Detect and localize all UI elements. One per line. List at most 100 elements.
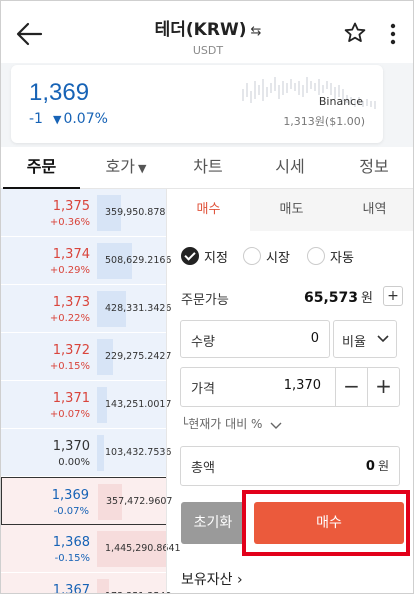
orderbook-row[interactable]: 1,372 +0.15% 229,275.2427	[1, 333, 171, 381]
reset-button[interactable]: 초기화	[181, 502, 245, 544]
quantity-value: 0	[310, 331, 319, 346]
buy-button[interactable]: 매수	[254, 502, 404, 544]
tab-sell[interactable]: 매도	[250, 189, 333, 231]
tab-info-label: 정보	[359, 157, 389, 176]
caret-down-icon: ▼	[137, 162, 147, 175]
available-value: 65,573	[304, 290, 359, 306]
orderbook-percent: -0.07%	[53, 506, 89, 517]
orderbook-percent: +0.07%	[49, 409, 90, 420]
main-tabs: 주문 호가 ▼ 차트 시세 정보	[1, 147, 413, 189]
orderbook-row[interactable]: 1,371 +0.07% 143,251.0017	[1, 381, 171, 429]
depth-bar	[97, 435, 104, 471]
orderbook-row-current[interactable]: 1,369 -0.07% 357,472.9607	[1, 477, 172, 525]
ratio-dropdown[interactable]: 비율	[333, 320, 397, 358]
total-label: 총액	[191, 461, 215, 476]
total-input[interactable]: 총액 0원	[180, 446, 400, 486]
orderbook-percent: -0.15%	[54, 553, 90, 564]
coin-title: 테더(KRW)	[154, 20, 247, 40]
price-decrease-button[interactable]: −	[335, 368, 367, 406]
quantity-label: 수량	[191, 335, 215, 350]
orderbook: 1,375 +0.36% 359,950.8782 1,374 +0.29% 508,62…	[1, 189, 181, 594]
order-panel: 매수 매도 내역 지정 시장 자동 주문가능 65,573 원 + 수량 0 비율…	[166, 189, 413, 593]
swap-icon[interactable]: ⇆	[250, 24, 261, 39]
orderbook-percent: +0.29%	[49, 265, 90, 276]
order-type-limit-label: 지정	[204, 250, 228, 266]
orderbook-price: 1,374	[52, 247, 90, 262]
chevron-down-icon	[270, 422, 282, 429]
orderbook-row[interactable]: 1,374 +0.29% 508,629.2166	[1, 237, 171, 285]
chevron-down-icon	[377, 335, 389, 343]
holdings-link[interactable]: 보유자산 ›	[181, 569, 243, 589]
compare-label: └현재가 대비 %	[181, 417, 263, 431]
available-label: 주문가능	[181, 293, 229, 308]
compare-current-price[interactable]: └현재가 대비 %	[181, 415, 282, 432]
price-increase-button[interactable]: +	[367, 368, 399, 406]
orderbook-percent: +0.22%	[49, 313, 90, 324]
tab-quotes-label: 시세	[275, 157, 305, 176]
orderbook-quantity: 428,331.3426	[105, 303, 172, 314]
quantity-input[interactable]: 수량 0	[180, 320, 330, 358]
star-icon[interactable]	[343, 21, 367, 45]
tab-order-label: 주문	[26, 157, 57, 176]
tab-history[interactable]: 내역	[333, 189, 413, 231]
orderbook-quantity: 357,472.9607	[106, 496, 173, 507]
orderbook-price: 1,367	[52, 583, 90, 594]
radio-icon	[307, 247, 325, 265]
price-label: 가격	[191, 382, 215, 397]
app-frame: 테더(KRW) ⇆ USDT 1,369 -1 ▼ 0.07% Binance 1,3…	[0, 0, 414, 594]
orderbook-price: 1,375	[52, 199, 90, 214]
orderbook-row[interactable]: 1,367-0.22%173,351.3543	[1, 573, 171, 594]
coin-ticker: USDT	[192, 44, 224, 57]
orderbook-quantity: 508,629.2166	[105, 255, 172, 266]
change-percent: 0.07%	[63, 111, 108, 127]
orderbook-row[interactable]: 1,373 +0.22% 428,331.3426	[1, 285, 171, 333]
orderbook-percent: 0.00%	[58, 457, 90, 468]
orderbook-percent: +0.36%	[49, 217, 90, 228]
change-amount: -1	[29, 111, 43, 127]
radio-icon	[243, 247, 261, 265]
orderbook-price: 1,370	[52, 439, 90, 454]
total-value: 0	[365, 459, 375, 474]
tab-order[interactable]: 주문	[3, 147, 80, 189]
available-amount: 65,573 원	[304, 287, 373, 306]
tab-buy[interactable]: 매수	[167, 189, 250, 231]
tab-chart-label: 차트	[193, 157, 223, 176]
more-menu-icon[interactable]	[385, 21, 401, 47]
orderbook-price: 1,373	[52, 295, 90, 310]
orderbook-price: 1,371	[52, 391, 90, 406]
tab-quotes[interactable]: 시세	[251, 147, 329, 189]
orderbook-quantity: 103,432.7536	[105, 447, 172, 458]
orderbook-price: 1,372	[52, 343, 90, 358]
order-type-market-label: 시장	[266, 250, 290, 266]
current-price: 1,369	[29, 79, 90, 106]
ratio-label: 비율	[342, 335, 366, 350]
deposit-plus-button[interactable]: +	[383, 286, 403, 306]
available-unit: 원	[361, 291, 373, 306]
tab-info[interactable]: 정보	[335, 147, 413, 189]
orderbook-price: 1,369	[51, 488, 89, 503]
order-type-auto-label: 자동	[330, 250, 354, 266]
orderbook-row[interactable]: 1,375 +0.36% 359,950.8782	[1, 189, 171, 237]
orderbook-quantity: 143,251.0017	[105, 399, 172, 410]
tab-chart[interactable]: 차트	[169, 147, 247, 189]
reference-exchange: Binance	[318, 95, 363, 108]
order-type-limit[interactable]: 지정	[181, 245, 228, 267]
price-input[interactable]: 가격 1,370 − +	[180, 367, 400, 407]
orderbook-quantity: 359,950.8782	[105, 207, 172, 218]
total-amount: 0원	[366, 457, 389, 474]
orderbook-price: 1,368	[52, 535, 90, 550]
order-type-auto[interactable]: 자동	[307, 245, 354, 267]
down-triangle-icon: ▼	[52, 113, 62, 126]
order-type-group: 지정 시장 자동	[181, 245, 411, 267]
total-unit: 원	[377, 459, 389, 473]
order-type-market[interactable]: 시장	[243, 245, 290, 267]
orderbook-row[interactable]: 1,370 0.00% 103,432.7536	[1, 429, 171, 477]
price-change: -1 ▼ 0.07%	[29, 111, 108, 127]
checked-radio-icon	[181, 247, 199, 265]
price-card: 1,369 -1 ▼ 0.07% Binance 1,313원($1.00)	[11, 65, 383, 143]
tab-orderbook-label: 호가	[105, 157, 135, 176]
reference-price: 1,313원($1.00)	[283, 115, 365, 128]
orderbook-quantity: 229,275.2427	[105, 351, 172, 362]
orderbook-row[interactable]: 1,368 -0.15% 1,445,290.8641	[1, 525, 181, 573]
tab-orderbook[interactable]: 호가 ▼	[87, 147, 165, 189]
